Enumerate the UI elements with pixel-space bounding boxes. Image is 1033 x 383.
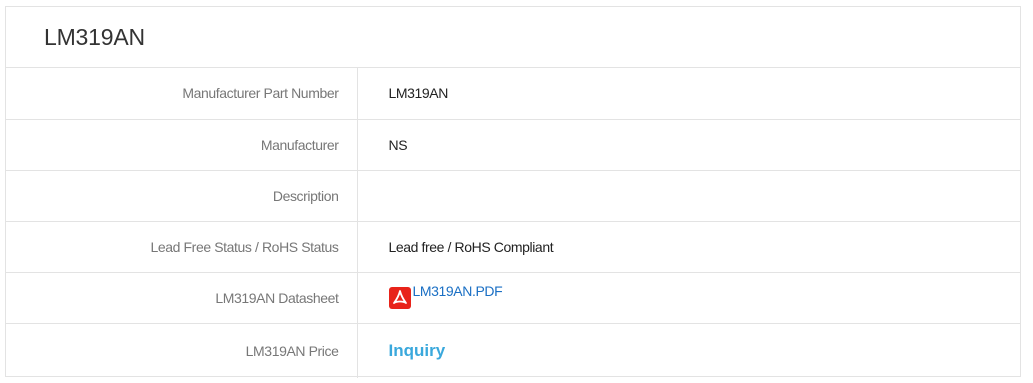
page-title: LM319AN	[44, 23, 145, 50]
spec-label-rohs-status: Lead Free Status / RoHS Status	[6, 221, 358, 273]
spec-label-part-number: Manufacturer Part Number	[6, 68, 358, 120]
table-row: Manufacturer Part Number LM319AN	[6, 68, 1020, 120]
product-spec-card: LM319AN Manufacturer Part Number LM319AN…	[5, 6, 1021, 378]
datasheet-link-label: LM319AN.PDF	[412, 283, 503, 299]
card-header: LM319AN	[6, 7, 1020, 68]
inquiry-link[interactable]: Inquiry	[389, 341, 446, 360]
spec-label-price: LM319AN Price	[6, 323, 358, 378]
spec-value-manufacturer: NS	[357, 119, 1020, 171]
spec-label-datasheet: LM319AN Datasheet	[6, 272, 358, 324]
pdf-icon	[388, 287, 411, 309]
table-row: Description	[6, 170, 1020, 222]
spec-table: Manufacturer Part Number LM319AN Manufac…	[6, 68, 1020, 378]
table-row: Manufacturer NS	[6, 119, 1020, 171]
spec-value-price: Inquiry	[357, 323, 1020, 378]
spec-value-rohs-status: Lead free / RoHS Compliant	[357, 221, 1020, 273]
table-row: Lead Free Status / RoHS Status Lead free…	[6, 221, 1020, 273]
spec-label-description: Description	[6, 170, 358, 222]
datasheet-link[interactable]: LM319AN.PDF	[388, 283, 503, 309]
spec-label-manufacturer: Manufacturer	[6, 119, 358, 171]
table-row: LM319AN Datasheet LM319AN.PDF	[6, 272, 1020, 324]
spec-value-datasheet: LM319AN.PDF	[357, 272, 1020, 324]
spec-value-description	[357, 170, 1020, 222]
table-row: LM319AN Price Inquiry	[6, 323, 1020, 378]
spec-value-part-number: LM319AN	[357, 68, 1020, 120]
